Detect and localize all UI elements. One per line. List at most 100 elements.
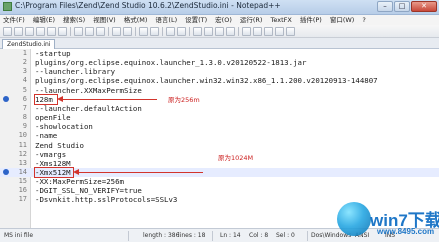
highlight-box-xmx — [34, 167, 74, 178]
line-text[interactable]: -name — [35, 131, 57, 140]
line-text[interactable]: -DGIT_SSL_NO_VERIFY=true — [35, 186, 142, 195]
editor-line: 4 plugins/org.eclipse.equinox.launcher.w… — [0, 76, 439, 85]
line-text[interactable]: --launcher.library — [35, 67, 115, 76]
line-text[interactable]: plugins/org.eclipse.equinox.launcher_1.3… — [35, 58, 306, 67]
line-number: 11 — [18, 140, 27, 149]
editor-line: 9 -showlocation — [0, 122, 439, 131]
print-icon[interactable] — [58, 26, 67, 36]
menu-macro[interactable]: 宏(O) — [215, 15, 232, 25]
windows-logo-icon — [337, 202, 371, 236]
line-text[interactable]: -XX:MaxPermSize=256m — [35, 177, 124, 186]
tab-zendstudio-ini[interactable]: ZendStudio.ini — [2, 39, 56, 49]
toolbar-separator — [135, 26, 136, 36]
annotation-arrow — [62, 99, 157, 100]
play-macro-icon[interactable] — [264, 26, 273, 36]
new-file-icon[interactable] — [3, 26, 12, 36]
sync-scroll-icon[interactable] — [193, 26, 202, 36]
show-all-chars-icon[interactable] — [215, 26, 224, 36]
notepadpp-app-icon — [3, 2, 12, 11]
editor-line: 8 openFile — [0, 113, 439, 122]
menu-language[interactable]: 语言(L) — [155, 15, 177, 25]
zoom-in-icon[interactable] — [166, 26, 175, 36]
line-number: 7 — [22, 103, 27, 112]
close-button[interactable]: ✕ — [411, 1, 437, 12]
record-macro-icon[interactable] — [242, 26, 251, 36]
menu-search[interactable]: 搜索(S) — [63, 15, 85, 25]
line-text[interactable]: -startup — [35, 49, 71, 58]
watermark-url: www.8495.com — [377, 227, 435, 236]
line-number: 2 — [22, 58, 27, 67]
tab-bar: ZendStudio.ini — [0, 38, 439, 49]
window-title: C:\Program Files\Zend\Zend Studio 10.6.2… — [15, 1, 281, 10]
line-number: 14 — [18, 167, 27, 176]
menu-edit[interactable]: 编辑(E) — [33, 15, 55, 25]
editor-line: 3 --launcher.library — [0, 67, 439, 76]
status-ln: Ln : 14 — [220, 232, 241, 239]
line-number: 8 — [22, 113, 27, 122]
paste-icon[interactable] — [96, 26, 105, 36]
editor-line: 5 --launcher.XXMaxPermSize — [0, 86, 439, 95]
redo-icon[interactable] — [123, 26, 132, 36]
line-number: 5 — [22, 85, 27, 94]
line-number: 6 — [22, 94, 27, 103]
line-number: 15 — [18, 177, 27, 186]
undo-icon[interactable] — [112, 26, 121, 36]
highlight-box-128m — [34, 94, 58, 105]
menu-file[interactable]: 文件(F) — [3, 15, 25, 25]
stop-macro-icon[interactable] — [253, 26, 262, 36]
cut-icon[interactable] — [74, 26, 83, 36]
replace-icon[interactable] — [150, 26, 159, 36]
zoom-out-icon[interactable] — [177, 26, 186, 36]
menu-view[interactable]: 视图(V) — [93, 15, 116, 25]
menu-format[interactable]: 格式(M) — [124, 15, 148, 25]
copy-icon[interactable] — [85, 26, 94, 36]
run-macro-multiple-icon[interactable] — [275, 26, 284, 36]
title-bar[interactable]: C:\Program Files\Zend\Zend Studio 10.6.2… — [0, 0, 439, 15]
save-all-icon[interactable] — [36, 26, 45, 36]
indent-guide-icon[interactable] — [226, 26, 235, 36]
line-number: 4 — [22, 76, 27, 85]
menu-window[interactable]: 窗口(W) — [330, 15, 355, 25]
status-sel: Sel : 0 — [276, 232, 295, 239]
status-file-type: MS ini file — [4, 232, 34, 239]
status-col: Col : 8 — [249, 232, 269, 239]
editor-line: 15 -XX:MaxPermSize=256m — [0, 177, 439, 186]
status-divider — [212, 231, 213, 241]
line-number: 13 — [18, 158, 27, 167]
close-file-icon[interactable] — [47, 26, 56, 36]
save-icon[interactable] — [25, 26, 34, 36]
editor-line: 2 plugins/org.eclipse.equinox.launcher_1… — [0, 58, 439, 67]
line-number: 17 — [18, 195, 27, 204]
maximize-button[interactable]: □ — [394, 1, 410, 12]
notepadpp-window: C:\Program Files\Zend\Zend Studio 10.6.2… — [0, 0, 439, 242]
editor-line: 10 -name — [0, 131, 439, 140]
menu-run[interactable]: 运行(R) — [240, 15, 263, 25]
status-lines: lines : 18 — [178, 232, 206, 239]
find-icon[interactable] — [139, 26, 148, 36]
menu-textfx[interactable]: TextFX — [270, 15, 291, 25]
line-text[interactable]: -vmargs — [35, 150, 66, 159]
site-watermark: win7下载吧 www.8495.com — [337, 200, 439, 242]
line-text[interactable]: openFile — [35, 113, 71, 122]
minimize-button[interactable]: – — [377, 1, 393, 12]
open-file-icon[interactable] — [14, 26, 23, 36]
editor-line: 16 -DGIT_SSL_NO_VERIFY=true — [0, 186, 439, 195]
editor-line: 7 --launcher.defaultAction — [0, 104, 439, 113]
status-length: length : 386 — [143, 232, 180, 239]
save-macro-icon[interactable] — [286, 26, 295, 36]
toolbar-separator — [189, 26, 190, 36]
menu-plugins[interactable]: 插件(P) — [300, 15, 322, 25]
line-text[interactable]: Zend Studio — [35, 141, 84, 150]
toolbar-separator — [70, 26, 71, 36]
line-text[interactable]: --launcher.defaultAction — [35, 104, 142, 113]
line-number: 3 — [22, 67, 27, 76]
line-text[interactable]: -Dsvnkit.http.sslProtocols=SSLv3 — [35, 195, 177, 204]
annotation-text-first: 原为256m — [168, 96, 200, 104]
editor-line: 1 -startup — [0, 49, 439, 58]
menu-help[interactable]: ? — [362, 15, 365, 25]
menu-settings[interactable]: 设置(T) — [185, 15, 207, 25]
line-text[interactable]: plugins/org.eclipse.equinox.launcher.win… — [35, 76, 378, 85]
line-number: 1 — [22, 49, 27, 57]
line-text[interactable]: -showlocation — [35, 122, 93, 131]
word-wrap-icon[interactable] — [204, 26, 213, 36]
